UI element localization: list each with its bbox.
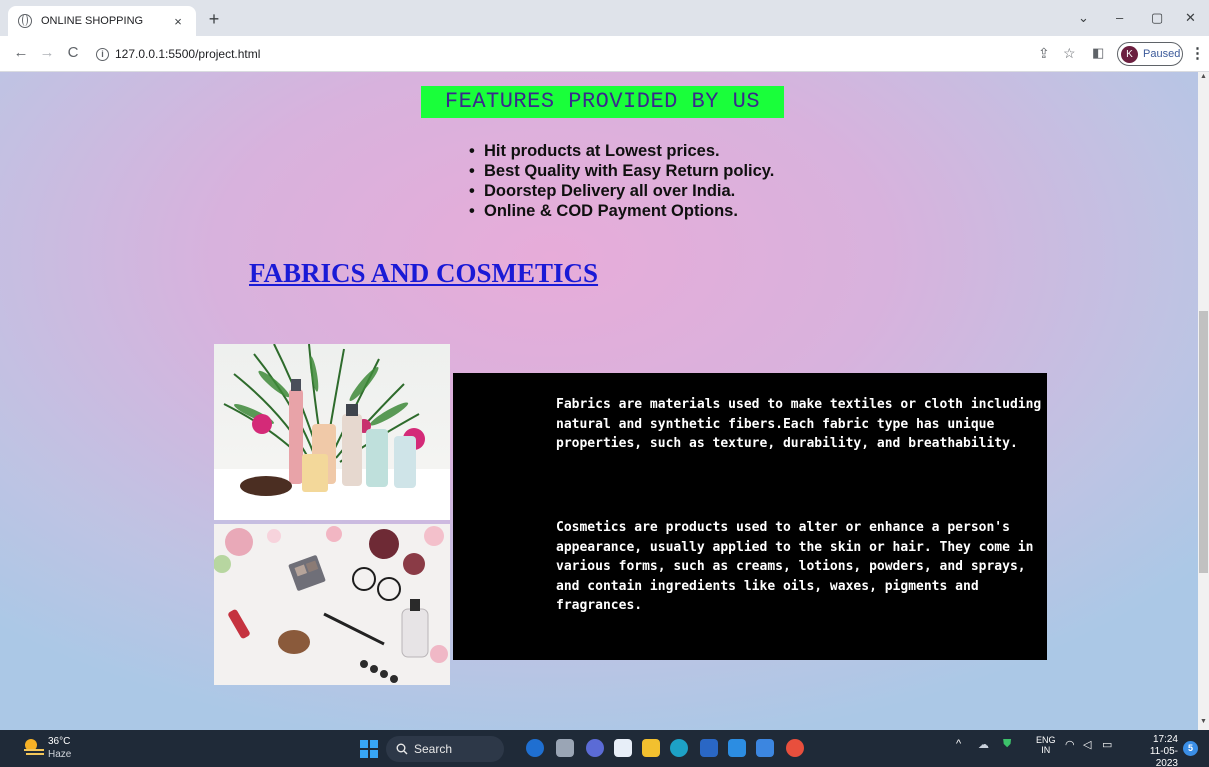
vscode-app-icon[interactable] xyxy=(728,739,746,757)
feature-item: Doorstep Delivery all over India. xyxy=(469,181,774,201)
region-code: IN xyxy=(1041,745,1051,755)
browser-tab[interactable]: ONLINE SHOPPING × xyxy=(8,6,196,36)
browser-menu-icon[interactable]: ⋮ xyxy=(1190,44,1205,62)
scroll-down-arrow-icon[interactable]: ▼ xyxy=(1200,718,1207,725)
profile-button[interactable]: K Paused xyxy=(1117,42,1183,66)
reload-icon[interactable]: C xyxy=(64,44,82,61)
features-heading: FEATURES PROVIDED BY US xyxy=(421,86,784,118)
tab-close-button[interactable]: × xyxy=(170,14,186,29)
scroll-up-arrow-icon[interactable]: ▲ xyxy=(1200,73,1207,80)
globe-icon xyxy=(18,14,32,28)
maximize-button[interactable]: ▢ xyxy=(1151,10,1163,26)
forward-arrow-icon[interactable]: → xyxy=(38,44,56,61)
language-indicator[interactable]: ENG IN xyxy=(1036,735,1056,755)
page-viewport: FEATURES PROVIDED BY US Hit products at … xyxy=(0,72,1198,730)
notification-badge[interactable]: 5 xyxy=(1183,741,1198,756)
site-info-icon[interactable]: i xyxy=(96,47,109,61)
language-code: ENG xyxy=(1036,735,1056,745)
weather-temperature[interactable]: 36°C xyxy=(48,736,70,747)
search-label: Search xyxy=(414,742,453,756)
address-toolbar: ← → C i 127.0.0.1:5500/project.html ⇪ ☆ … xyxy=(0,36,1209,72)
share-icon[interactable]: ⇪ xyxy=(1038,45,1050,62)
cosmetics-description: Cosmetics are products used to alter or … xyxy=(556,520,1034,613)
description-box: Fabrics are materials used to make texti… xyxy=(453,373,1047,660)
clock-date: 11-05-2023 xyxy=(1149,746,1178,767)
feature-item: Best Quality with Easy Return policy. xyxy=(469,161,774,181)
tab-title: ONLINE SHOPPING xyxy=(41,15,144,27)
profile-status: Paused xyxy=(1143,48,1181,60)
bing-app-icon[interactable] xyxy=(526,739,544,757)
clock[interactable]: 17:24 11-05-2023 xyxy=(1128,734,1178,767)
minimize-button[interactable]: – xyxy=(1116,10,1123,25)
edge-browser-icon[interactable] xyxy=(670,739,688,757)
word-app-icon[interactable] xyxy=(700,739,718,757)
feature-item: Online & COD Payment Options. xyxy=(469,201,774,221)
tab-search-button[interactable]: ⌄ xyxy=(1078,10,1089,26)
wifi-icon[interactable]: ◠ xyxy=(1065,738,1075,751)
browser-tab-strip: ONLINE SHOPPING × + ⌄ – ▢ ✕ xyxy=(0,0,1209,36)
calculator-app-icon[interactable] xyxy=(614,739,632,757)
notepad-app-icon[interactable] xyxy=(756,739,774,757)
feature-item: Hit products at Lowest prices. xyxy=(469,141,774,161)
close-window-button[interactable]: ✕ xyxy=(1185,10,1196,26)
security-shield-icon[interactable]: ⛊ xyxy=(1003,738,1011,751)
bookmark-star-icon[interactable]: ☆ xyxy=(1063,45,1076,62)
address-bar[interactable]: i 127.0.0.1:5500/project.html xyxy=(94,40,1106,68)
makeup-flatlay-image xyxy=(214,524,450,685)
battery-icon[interactable]: ▭ xyxy=(1102,738,1112,751)
chrome-browser-icon[interactable] xyxy=(786,739,804,757)
clock-time: 17:24 xyxy=(1152,734,1178,745)
side-panel-icon[interactable]: ◧ xyxy=(1092,45,1104,61)
windows-taskbar xyxy=(0,730,1209,767)
volume-icon[interactable]: ◁ xyxy=(1083,738,1091,751)
task-view-icon[interactable] xyxy=(556,739,574,757)
back-arrow-icon[interactable]: ← xyxy=(12,44,30,61)
taskbar-search[interactable]: Search xyxy=(386,736,504,762)
fabrics-cosmetics-link[interactable]: FABRICS AND COSMETICS xyxy=(249,258,598,289)
url-text[interactable]: 127.0.0.1:5500/project.html xyxy=(115,47,260,61)
weather-condition[interactable]: Haze xyxy=(48,749,71,760)
features-list: Hit products at Lowest prices. Best Qual… xyxy=(469,141,774,221)
teams-chat-icon[interactable] xyxy=(586,739,604,757)
fabrics-description: Fabrics are materials used to make texti… xyxy=(556,397,1042,451)
windows-start-icon[interactable] xyxy=(360,740,378,758)
avatar: K xyxy=(1121,45,1138,63)
scrollbar-thumb[interactable] xyxy=(1199,311,1208,573)
search-icon xyxy=(396,743,408,755)
cosmetics-products-image xyxy=(214,344,450,520)
file-explorer-icon[interactable] xyxy=(642,739,660,757)
weather-haze-icon[interactable] xyxy=(22,737,46,759)
tray-overflow-icon[interactable]: ^ xyxy=(956,738,961,750)
new-tab-button[interactable]: + xyxy=(204,9,224,30)
tray-app-icon[interactable]: ☁ xyxy=(978,738,989,751)
